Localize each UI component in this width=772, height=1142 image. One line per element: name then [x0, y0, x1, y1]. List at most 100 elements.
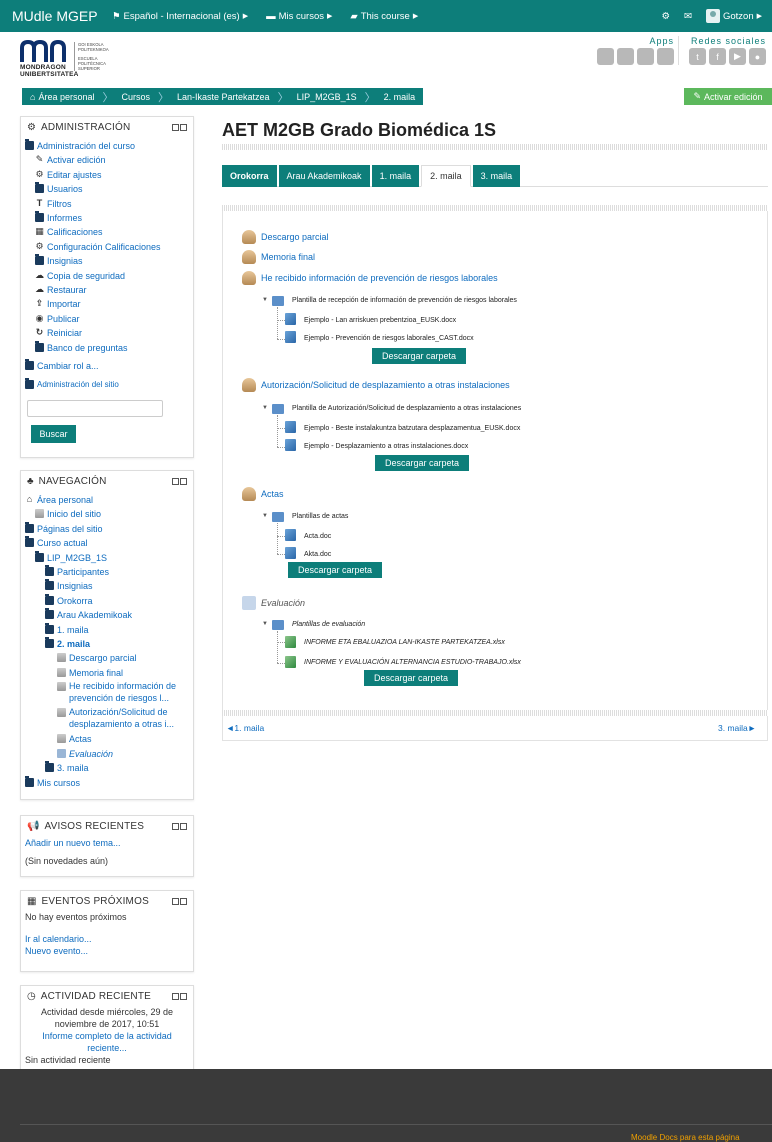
site-brand[interactable]: MUdle MGEP — [0, 8, 112, 24]
nav-section[interactable]: Insignias — [25, 579, 189, 593]
youtube-icon[interactable]: ▶ — [729, 48, 746, 65]
site-admin-node[interactable]: Administración del sitio — [25, 377, 189, 392]
windows-icon[interactable] — [657, 48, 674, 65]
tab-arau-akademikoak[interactable]: Arau Akademikoak — [278, 165, 370, 187]
file-name[interactable]: Ejemplo - Lan arriskuen prebentzioa_EUSK… — [304, 317, 456, 324]
breadcrumb-home[interactable]: ⌂ Área personal — [22, 88, 102, 105]
nav-activity[interactable]: Autorización/Solicitud de desplazamiento… — [25, 706, 189, 730]
nav-site-home[interactable]: Inicio del sitio — [25, 507, 189, 521]
dock-icon[interactable] — [172, 897, 179, 905]
admin-item[interactable]: ☁ Restaurar — [25, 283, 189, 297]
apple-icon[interactable] — [597, 48, 614, 65]
file-name[interactable]: Acta.doc — [304, 533, 331, 540]
activity-descargo[interactable]: Descargo parcial — [242, 230, 329, 244]
expand-icon[interactable]: ▼ — [262, 297, 268, 303]
download-folder-button[interactable]: Descargar carpeta — [288, 562, 383, 578]
download-folder-button[interactable]: Descargar carpeta — [364, 670, 459, 686]
download-folder-button[interactable]: Descargar carpeta — [375, 455, 470, 471]
nav-current-course[interactable]: Curso actual — [25, 536, 189, 550]
collapse-icon[interactable] — [180, 822, 187, 830]
activity-memoria[interactable]: Memoria final — [242, 250, 315, 264]
moodle-docs-link[interactable]: Moodle Docs para esta página — [631, 1133, 740, 1142]
expand-icon[interactable]: ▼ — [262, 405, 268, 411]
file-name[interactable]: Ejemplo - Beste instalakuntza batzutara … — [304, 425, 520, 432]
twitter-icon[interactable]: t — [689, 48, 706, 65]
messages-icon[interactable]: ✉ — [684, 11, 692, 22]
block-controls[interactable] — [172, 477, 187, 485]
tab-1-maila[interactable]: 1. maila — [371, 165, 420, 187]
web-icon[interactable] — [637, 48, 654, 65]
facebook-icon[interactable]: f — [709, 48, 726, 65]
flickr-icon[interactable]: ● — [749, 48, 766, 65]
new-event-link[interactable]: Nuevo evento... — [25, 946, 88, 956]
nav-section[interactable]: 3. maila — [25, 761, 189, 775]
admin-item[interactable]: ⚙ Configuración Calificaciones — [25, 240, 189, 254]
nav-site-pages[interactable]: Páginas del sitio — [25, 521, 189, 536]
admin-item[interactable]: ▦ Calificaciones — [25, 225, 189, 239]
admin-search-input[interactable] — [27, 399, 163, 417]
collapse-icon[interactable] — [180, 123, 187, 131]
download-folder-button[interactable]: Descargar carpeta — [372, 348, 467, 364]
switch-role-node[interactable]: Cambiar rol a... — [25, 359, 189, 373]
tab-3-maila[interactable]: 3. maila — [472, 165, 521, 187]
nav-my-courses[interactable]: Mis cursos — [25, 775, 189, 790]
file-name[interactable]: Akta.doc — [304, 551, 331, 558]
admin-item[interactable]: ◉ Publicar — [25, 312, 189, 326]
activity-actas[interactable]: Actas — [242, 487, 284, 501]
block-controls[interactable] — [172, 123, 187, 131]
admin-item[interactable]: Informes — [25, 211, 189, 225]
nav-home[interactable]: ⌂ Área personal — [25, 493, 189, 507]
admin-item[interactable]: ☁ Copia de seguridad — [25, 269, 189, 283]
language-menu[interactable]: ⚑ Español - Internacional (es) ▶ — [112, 11, 248, 22]
admin-item[interactable]: T Filtros — [25, 197, 189, 211]
my-courses-menu[interactable]: ▬ Mis cursos ▶ — [266, 11, 332, 22]
next-section-link[interactable]: 3. maila► — [718, 723, 756, 733]
add-topic-link[interactable]: Añadir un nuevo tema... — [25, 838, 121, 848]
collapse-icon[interactable] — [180, 897, 187, 905]
activity-riesgos[interactable]: He recibido información de prevención de… — [242, 271, 498, 285]
full-report-link[interactable]: Informe completo de la actividad recient… — [42, 1031, 172, 1053]
admin-item[interactable]: ✎ Activar edición — [25, 153, 189, 167]
admin-item[interactable]: Insignias — [25, 254, 189, 268]
calendar-link[interactable]: Ir al calendario... — [25, 934, 92, 944]
turn-editing-on-button[interactable]: ✎ Activar edición — [684, 88, 772, 105]
nav-section[interactable]: Participantes — [25, 565, 189, 579]
search-button[interactable]: Buscar — [31, 424, 76, 443]
settings-icon[interactable]: ⚙ — [661, 11, 670, 22]
android-icon[interactable] — [617, 48, 634, 65]
file-name[interactable]: INFORME ETA EBALUAZIOA LAN-IKASTE PARTEK… — [304, 639, 505, 646]
tab-orokorra[interactable]: Orokorra — [222, 165, 277, 187]
activity-autorizacion[interactable]: Autorización/Solicitud de desplazamiento… — [242, 378, 510, 392]
block-controls[interactable] — [172, 822, 187, 830]
nav-activity[interactable]: Actas — [25, 732, 189, 746]
nav-active-section[interactable]: 2. maila — [25, 637, 189, 651]
dock-icon[interactable] — [172, 123, 179, 131]
dock-icon[interactable] — [172, 992, 179, 1000]
dock-icon[interactable] — [172, 822, 179, 830]
file-name[interactable]: Ejemplo - Prevención de riesgos laborale… — [304, 335, 474, 342]
nav-activity[interactable]: He recibido información de prevención de… — [25, 680, 189, 704]
nav-activity[interactable]: Descargo parcial — [25, 651, 189, 665]
nav-activity[interactable]: Memoria final — [25, 666, 189, 680]
dock-icon[interactable] — [172, 477, 179, 485]
activity-evaluacion[interactable]: Evaluación — [242, 596, 305, 610]
admin-item[interactable]: ↻ Reiniciar — [25, 326, 189, 340]
breadcrumb-section[interactable]: 2. maila — [376, 88, 424, 105]
file-name[interactable]: INFORME Y EVALUACIÓN ALTERNANCIA ESTUDIO… — [304, 659, 521, 666]
collapse-icon[interactable] — [180, 992, 187, 1000]
block-controls[interactable] — [172, 992, 187, 1000]
nav-section[interactable]: Arau Akademikoak — [25, 608, 189, 622]
nav-activity[interactable]: Evaluación — [25, 747, 189, 761]
course-admin-node[interactable]: Administración del curso — [25, 139, 189, 153]
expand-icon[interactable]: ▼ — [262, 513, 268, 519]
breadcrumb-course[interactable]: LIP_M2GB_1S — [289, 88, 365, 105]
this-course-menu[interactable]: ▰ This course ▶ — [350, 11, 418, 22]
block-controls[interactable] — [172, 897, 187, 905]
file-name[interactable]: Ejemplo - Desplazamiento a otras instala… — [304, 443, 468, 450]
collapse-icon[interactable] — [180, 477, 187, 485]
admin-item[interactable]: ⚙ Editar ajustes — [25, 168, 189, 182]
admin-item[interactable]: Usuarios — [25, 182, 189, 196]
university-logo[interactable]: MONDRAGON UNIBERTSITATEA GOI ESKOLA POLI… — [20, 40, 130, 78]
nav-section[interactable]: Orokorra — [25, 593, 189, 608]
tab-2-maila[interactable]: 2. maila — [421, 165, 471, 187]
